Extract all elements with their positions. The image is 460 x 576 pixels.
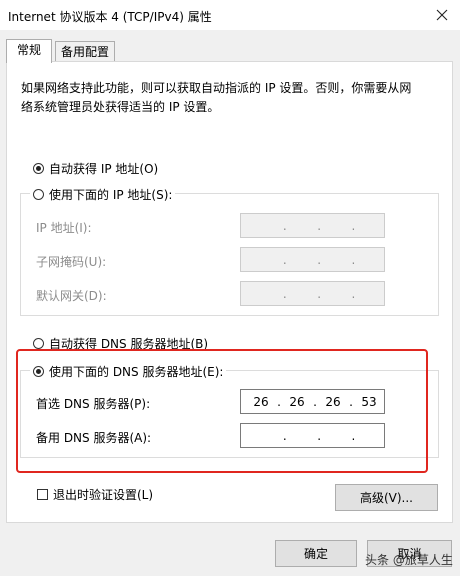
description-line-1: 如果网络支持此功能，则可以获取自动指派的 IP 设置。否则，你需要从网: [21, 81, 412, 95]
ip-address-label: IP 地址(I):: [36, 221, 92, 235]
manual-ip-radio[interactable]: 使用下面的 IP 地址(S):: [30, 186, 176, 203]
advanced-button[interactable]: 高级(V)...: [335, 484, 438, 511]
validate-settings-checkbox[interactable]: 退出时验证设置(L): [37, 486, 153, 503]
ip-address-field: . . .: [240, 213, 385, 238]
red-highlight-box: [16, 349, 428, 473]
description-line-2: 络系统管理员处获得适当的 IP 设置。: [21, 100, 220, 114]
close-icon: [436, 9, 448, 21]
ok-button[interactable]: 确定: [275, 540, 357, 567]
default-gateway-field: . . .: [240, 281, 385, 306]
auto-ip-label: 自动获得 IP 地址(O): [49, 162, 159, 176]
tab-alternate-config[interactable]: 备用配置: [55, 41, 115, 62]
subnet-mask-field: . . .: [240, 247, 385, 272]
auto-ip-radio[interactable]: 自动获得 IP 地址(O): [33, 160, 158, 177]
tab-general[interactable]: 常规: [6, 39, 52, 63]
checkbox-indicator: [37, 489, 48, 500]
validate-settings-label: 退出时验证设置(L): [53, 488, 154, 502]
watermark-text: 头条 @旅草人生: [365, 553, 453, 567]
manual-ip-label: 使用下面的 IP 地址(S):: [49, 188, 173, 202]
radio-indicator: [33, 338, 44, 349]
subnet-mask-label: 子网掩码(U):: [36, 255, 107, 269]
close-button[interactable]: [428, 2, 456, 28]
radio-indicator: [33, 189, 44, 200]
title-bar: Internet 协议版本 4 (TCP/IPv4) 属性: [0, 0, 460, 30]
window-title: Internet 协议版本 4 (TCP/IPv4) 属性: [8, 10, 212, 24]
default-gateway-label: 默认网关(D):: [36, 289, 107, 303]
radio-indicator: [33, 163, 44, 174]
